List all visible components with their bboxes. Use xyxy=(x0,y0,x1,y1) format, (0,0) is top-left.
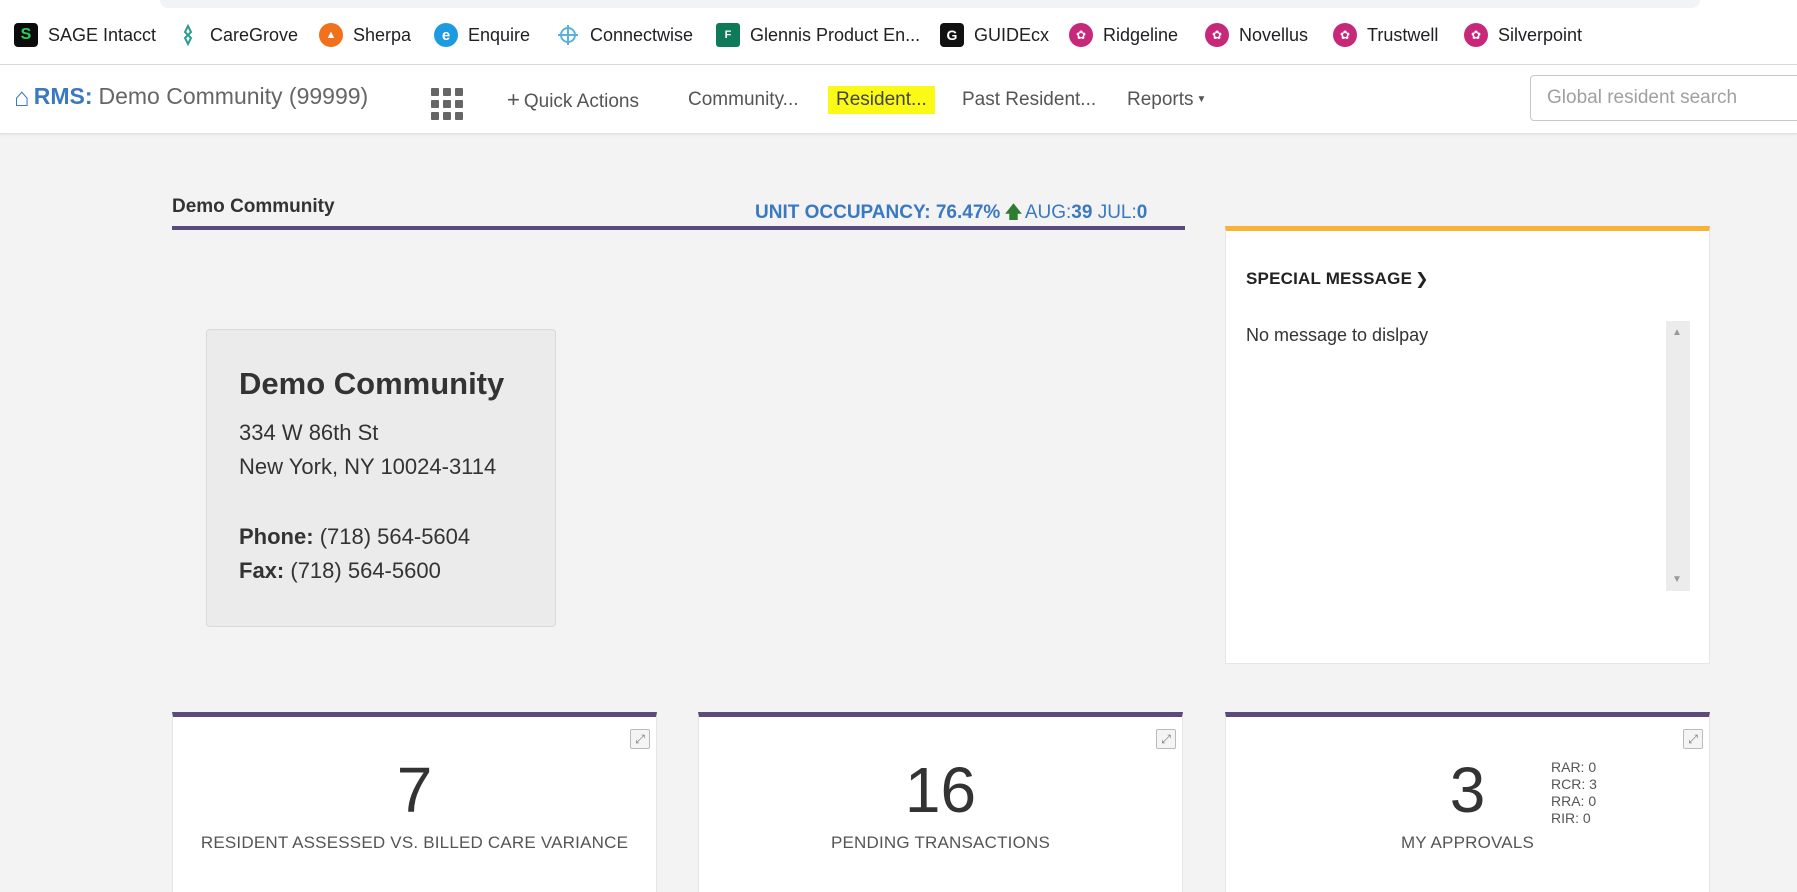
special-message-link[interactable]: SPECIAL MESSAGE ❯ xyxy=(1246,269,1429,289)
fax-value: (718) 564-5600 xyxy=(290,558,441,583)
care-variance-label: RESIDENT ASSESSED VS. BILLED CARE VARIAN… xyxy=(200,833,629,852)
bookmarks-bar: S SAGE Intacct CareGrove ▲ Sherpa e Enqu… xyxy=(0,0,1797,65)
bookmark-label: Connectwise xyxy=(590,24,694,45)
quick-actions-label: Quick Actions xyxy=(523,91,639,112)
bookmark-label: CareGrove xyxy=(210,24,299,45)
pending-transactions-card[interactable]: ⤢ 16 PENDING TRANSACTIONS xyxy=(698,712,1183,892)
bookmark-label: Ridgeline xyxy=(1103,24,1179,45)
bookmark-sage-intacct[interactable]: S SAGE Intacct xyxy=(14,20,156,50)
bookmark-label: Sherpa xyxy=(353,24,412,45)
header-divider xyxy=(172,226,1185,230)
arrow-up-icon: 🡅 xyxy=(1004,202,1023,222)
bookmark-label: SAGE Intacct xyxy=(48,24,157,45)
aug-label: AUG: xyxy=(1024,202,1072,223)
approvals-rir: RIR: 0 xyxy=(1551,810,1591,826)
trustwell-icon: ✿ xyxy=(1333,23,1357,47)
bookmark-label: Glennis Product En... xyxy=(750,24,921,45)
community-menu[interactable]: Community... xyxy=(688,86,799,114)
special-message-panel: SPECIAL MESSAGE ❯ No message to dislpay ▲… xyxy=(1225,226,1710,664)
phone-label: Phone: xyxy=(239,524,314,549)
novellus-icon: ✿ xyxy=(1205,23,1229,47)
aug-value: 39 xyxy=(1071,202,1093,223)
enquire-icon: e xyxy=(434,23,458,47)
ridgeline-icon: ✿ xyxy=(1069,23,1093,47)
sherpa-icon: ▲ xyxy=(319,23,343,47)
message-scrollbar[interactable]: ▲ ▼ xyxy=(1666,321,1690,591)
home-icon[interactable]: ⌂ xyxy=(14,84,30,110)
approvals-rar: RAR: 0 xyxy=(1551,759,1597,775)
bookmark-caregrove[interactable]: CareGrove xyxy=(176,20,298,50)
reports-label: Reports xyxy=(1127,89,1194,111)
expand-icon[interactable]: ⤢ xyxy=(1156,729,1176,749)
past-resident-menu[interactable]: Past Resident... xyxy=(962,86,1096,114)
jul-value: 0 xyxy=(1136,202,1148,223)
brand[interactable]: ⌂ RMS: Demo Community (99999) xyxy=(14,83,368,110)
approvals-rra: RRA: 0 xyxy=(1551,793,1597,809)
care-variance-card[interactable]: ⤢ 7 RESIDENT ASSESSED VS. BILLED CARE VA… xyxy=(172,712,657,892)
community-title: Demo Community xyxy=(172,196,335,217)
fax-line: Fax: (718) 564-5600 xyxy=(239,554,523,588)
bookmark-label: Silverpoint xyxy=(1498,24,1583,45)
caret-down-icon: ▼ xyxy=(1196,94,1207,105)
phone-value: (718) 564-5604 xyxy=(319,524,471,549)
phone-line: Phone: (718) 564-5604 xyxy=(239,520,523,554)
bookmark-label: Enquire xyxy=(468,24,531,45)
fax-label: Fax: xyxy=(239,558,285,583)
glennis-icon: F xyxy=(716,23,740,47)
quick-actions-menu[interactable]: + Quick Actions xyxy=(507,86,639,114)
expand-icon[interactable]: ⤢ xyxy=(1683,729,1703,749)
resident-menu[interactable]: Resident... xyxy=(828,86,935,114)
bookmark-label: Trustwell xyxy=(1367,24,1439,45)
bookmark-ridgeline[interactable]: ✿ Ridgeline xyxy=(1069,20,1178,50)
current-community[interactable]: Demo Community (99999) xyxy=(99,83,369,110)
reports-menu[interactable]: Reports ▼ xyxy=(1127,86,1206,114)
scroll-down-icon[interactable]: ▼ xyxy=(1672,574,1682,585)
bookmark-enquire[interactable]: e Enquire xyxy=(434,20,530,50)
community-address-card: Demo Community 334 W 86th St New York, N… xyxy=(206,329,556,627)
bookmark-connectwise[interactable]: Connectwise xyxy=(556,20,693,50)
caregrove-icon xyxy=(176,23,200,47)
apps-grid-icon[interactable] xyxy=(431,88,463,120)
care-variance-count: 7 xyxy=(396,754,433,826)
silverpoint-icon: ✿ xyxy=(1464,23,1488,47)
pending-transactions-label: PENDING TRANSACTIONS xyxy=(830,833,1051,852)
address-city: New York, NY 10024-3114 xyxy=(239,454,497,479)
scroll-up-icon[interactable]: ▲ xyxy=(1672,327,1682,338)
special-message-title: SPECIAL MESSAGE xyxy=(1246,269,1413,288)
pending-transactions-count: 16 xyxy=(904,754,977,826)
bookmark-label: Novellus xyxy=(1239,24,1309,45)
my-approvals-label: MY APPROVALS xyxy=(1400,833,1535,852)
bookmark-label: GUIDEcx xyxy=(974,24,1050,45)
bookmark-novellus[interactable]: ✿ Novellus xyxy=(1205,20,1308,50)
special-message-body: No message to dislpay xyxy=(1246,325,1429,345)
bookmark-sherpa[interactable]: ▲ Sherpa xyxy=(319,20,411,50)
jul-label: JUL: xyxy=(1097,202,1137,223)
brand-label: RMS: xyxy=(33,83,93,109)
guidecx-icon: G xyxy=(940,23,964,47)
bookmark-silverpoint[interactable]: ✿ Silverpoint xyxy=(1464,20,1582,50)
connectwise-icon xyxy=(556,23,580,47)
bookmark-glennis[interactable]: F Glennis Product En... xyxy=(716,20,920,50)
occupancy-label: UNIT OCCUPANCY: 76.47% xyxy=(755,202,1001,223)
chevron-right-icon: ❯ xyxy=(1415,271,1429,288)
expand-icon[interactable]: ⤢ xyxy=(630,729,650,749)
approvals-rcr: RCR: 3 xyxy=(1551,776,1597,792)
bookmark-trustwell[interactable]: ✿ Trustwell xyxy=(1333,20,1438,50)
address-street: 334 W 86th St xyxy=(239,420,379,445)
sage-intacct-icon: S xyxy=(14,23,38,47)
address-community-name: Demo Community xyxy=(239,366,505,401)
my-approvals-card[interactable]: ⤢ 3 RAR: 0 RCR: 3 RRA: 0 RIR: 0 MY APPRO… xyxy=(1225,712,1710,892)
plus-icon: + xyxy=(507,87,520,112)
bookmark-guidecx[interactable]: G GUIDEcx xyxy=(940,20,1049,50)
approvals-breakdown: RAR: 0 RCR: 3 RRA: 0 RIR: 0 xyxy=(1551,759,1597,827)
browser-top-edge xyxy=(160,0,1700,8)
my-approvals-count: 3 xyxy=(1449,754,1486,826)
global-resident-search-input[interactable] xyxy=(1530,75,1797,121)
